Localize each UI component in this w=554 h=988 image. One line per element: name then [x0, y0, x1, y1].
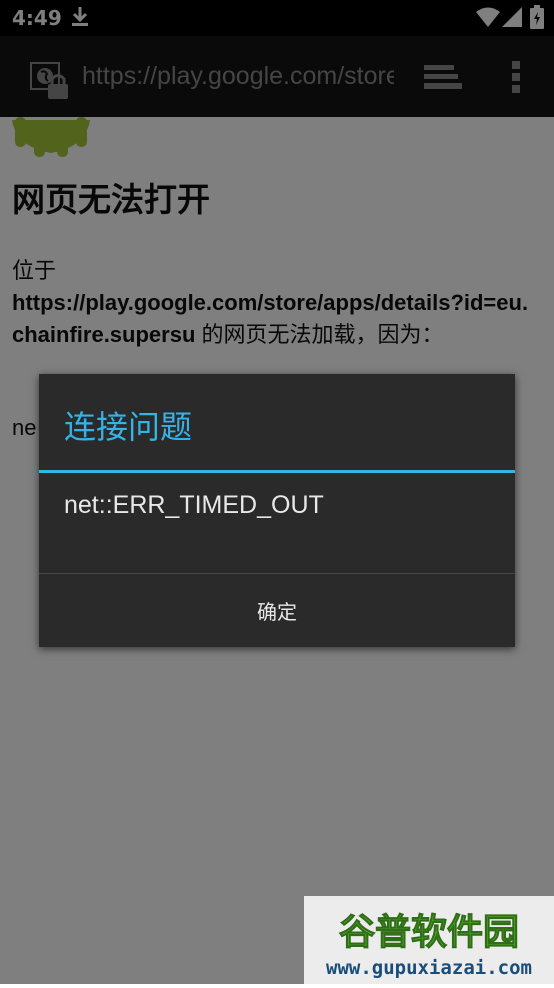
dialog-message: net::ERR_TIMED_OUT — [64, 491, 324, 519]
watermark-logo: 谷普软件园 www.gupuxiazai.com — [326, 912, 532, 980]
dialog-title-divider — [39, 470, 515, 473]
watermark-logo-text: 谷普软件园 — [339, 912, 519, 953]
dialog-title: 连接问题 — [64, 408, 193, 446]
ok-button[interactable]: 确定 — [39, 574, 515, 647]
watermark-site: www.gupuxiazai.com — [326, 957, 532, 979]
connection-error-dialog: 连接问题 net::ERR_TIMED_OUT 确定 — [39, 374, 515, 647]
watermark: 谷普软件园 www.gupuxiazai.com — [304, 896, 554, 984]
